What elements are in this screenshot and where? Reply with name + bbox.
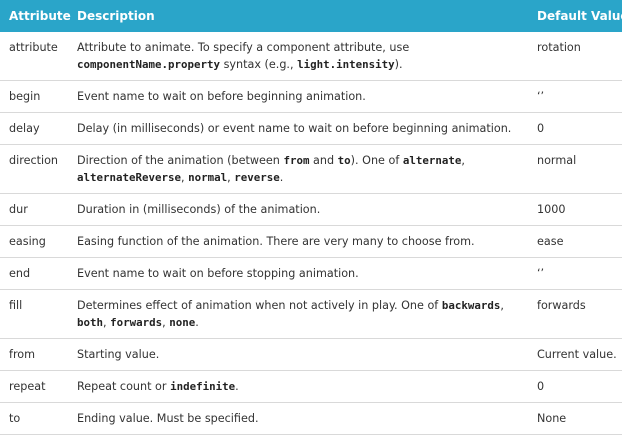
attribute-cell: fill: [0, 289, 68, 339]
default-value-cell: ease: [528, 225, 622, 258]
description-text: Determines effect of animation when not …: [77, 299, 442, 312]
header-description: Description: [68, 0, 528, 32]
table-row: attribute Attribute to animate. To specif…: [0, 32, 622, 81]
default-value-cell: 1000: [528, 193, 622, 226]
default-value-cell: 0: [528, 370, 622, 403]
description-cell: Attribute to animate. To specify a compo…: [68, 32, 528, 81]
inline-code: none: [169, 316, 196, 329]
description-text: and: [309, 154, 338, 167]
description-text: Attribute to animate. To specify a compo…: [77, 41, 410, 54]
description-cell: Delay (in milliseconds) or event name to…: [68, 112, 528, 145]
description-text: ). One of: [350, 154, 403, 167]
attribute-cell: attribute: [0, 32, 68, 81]
header-default-value: Default Value: [528, 0, 622, 32]
description-text: Event name to wait on before beginning a…: [77, 90, 366, 103]
table-row: dur Duration in (milliseconds) of the ani…: [0, 193, 622, 226]
default-value-cell: rotation: [528, 32, 622, 81]
description-text: ,: [500, 299, 504, 312]
animation-attributes-table: Attribute Description Default Value attr…: [0, 0, 622, 435]
attribute-cell: begin: [0, 80, 68, 113]
attribute-cell: delay: [0, 112, 68, 145]
inline-code: backwards: [441, 299, 501, 312]
table-row: end Event name to wait on before stopping…: [0, 257, 622, 290]
attribute-cell: to: [0, 402, 68, 435]
table-row: direction Direction of the animation (bet…: [0, 144, 622, 194]
inline-code: alternate: [402, 154, 462, 167]
default-value-cell: ‘’: [528, 80, 622, 113]
inline-code: normal: [188, 171, 228, 184]
table-row: from Starting value. Current value.: [0, 338, 622, 371]
inline-code: from: [283, 154, 310, 167]
description-cell: Determines effect of animation when not …: [68, 289, 528, 339]
table-row: easing Easing function of the animation. …: [0, 225, 622, 258]
description-cell: Easing function of the animation. There …: [68, 225, 528, 258]
table-row: repeat Repeat count or indefinite. 0: [0, 370, 622, 403]
inline-code: componentName.property: [77, 58, 221, 71]
description-text: Duration in (milliseconds) of the animat…: [77, 203, 321, 216]
inline-code: both: [77, 316, 104, 329]
description-text: Repeat count or: [77, 380, 171, 393]
attribute-cell: dur: [0, 193, 68, 226]
default-value-cell: forwards: [528, 289, 622, 339]
description-cell: Ending value. Must be specified.: [68, 402, 528, 435]
default-value-cell: Current value.: [528, 338, 622, 371]
table-row: begin Event name to wait on before beginn…: [0, 80, 622, 113]
attribute-cell: from: [0, 338, 68, 371]
description-cell: Repeat count or indefinite.: [68, 370, 528, 403]
description-cell: Direction of the animation (between from…: [68, 144, 528, 194]
attribute-cell: easing: [0, 225, 68, 258]
description-text: ).: [394, 58, 403, 71]
table-header-row: Attribute Description Default Value: [0, 0, 622, 32]
description-text: .: [195, 316, 199, 329]
description-text: syntax (e.g.,: [220, 58, 298, 71]
description-text: Delay (in milliseconds) or event name to…: [77, 122, 512, 135]
default-value-cell: 0: [528, 112, 622, 145]
inline-code: alternateReverse: [77, 171, 182, 184]
inline-code: forwards: [110, 316, 163, 329]
table-body: attribute Attribute to animate. To specif…: [0, 32, 622, 435]
table-row: delay Delay (in milliseconds) or event na…: [0, 112, 622, 145]
inline-code: light.intensity: [297, 58, 395, 71]
description-text: Ending value. Must be specified.: [77, 412, 259, 425]
description-text: .: [279, 171, 284, 184]
inline-code: indefinite: [170, 380, 236, 393]
default-value-cell: None: [528, 402, 622, 435]
description-cell: Event name to wait on before beginning a…: [68, 80, 528, 113]
description-text: .: [235, 380, 239, 393]
attribute-cell: repeat: [0, 370, 68, 403]
inline-code: to: [337, 154, 351, 167]
description-cell: Duration in (milliseconds) of the animat…: [68, 193, 528, 226]
description-text: Starting value.: [77, 348, 160, 361]
description-cell: Starting value.: [68, 338, 528, 371]
table-row: to Ending value. Must be specified. None: [0, 402, 622, 435]
default-value-cell: ‘’: [528, 257, 622, 290]
table-row: fill Determines effect of animation when …: [0, 289, 622, 339]
attribute-cell: end: [0, 257, 68, 290]
inline-code: reverse: [234, 171, 280, 184]
description-text: ,: [461, 154, 465, 167]
default-value-cell: normal: [528, 144, 622, 194]
description-text: Direction of the animation (between: [77, 154, 284, 167]
description-text: Easing function of the animation. There …: [77, 235, 475, 248]
attribute-cell: direction: [0, 144, 68, 194]
header-attribute: Attribute: [0, 0, 71, 32]
description-cell: Event name to wait on before stopping an…: [68, 257, 528, 290]
description-text: Event name to wait on before stopping an…: [77, 267, 359, 280]
